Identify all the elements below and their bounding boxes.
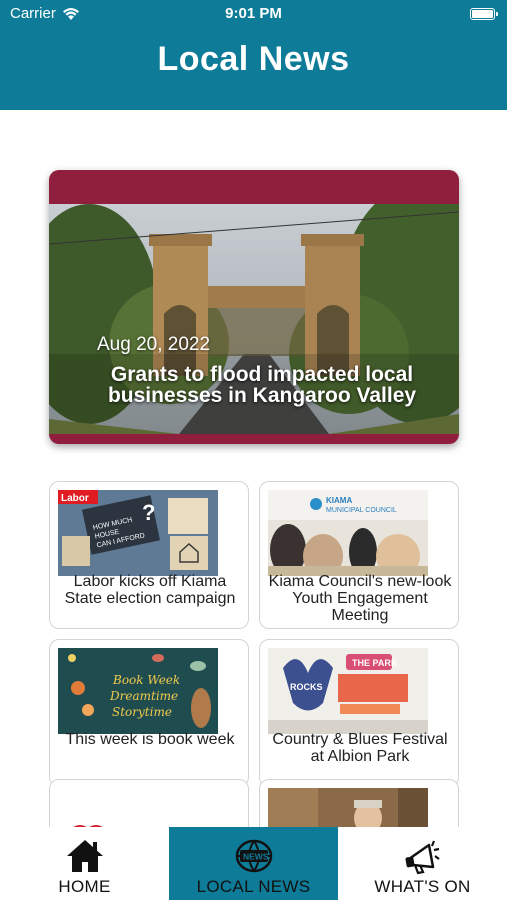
tab-local-news-label: LOCAL NEWS <box>196 877 311 896</box>
featured-article-title: Grants to flood impacted local businesse… <box>107 363 417 407</box>
featured-article-card[interactable]: Aug 20, 2022 Grants to flood impacted lo… <box>49 170 459 444</box>
article-thumbnail: Book Week Dreamtime Storytime <box>58 648 218 734</box>
svg-text:?: ? <box>142 500 155 525</box>
page-title: Local News <box>157 40 350 78</box>
status-time: 9:01 PM <box>225 5 282 22</box>
featured-article-date: Aug 20, 2022 <box>97 334 211 355</box>
article-card[interactable]: KIAMA MUNICIPAL COUNCIL Kiama Council's … <box>259 481 459 629</box>
labor-badge-text: Labor <box>61 493 89 504</box>
tab-home-label: HOME <box>58 877 111 896</box>
screen: Carrier 9:01 PM Local News Aug 20, 2022 … <box>0 0 507 900</box>
article-title: Kiama Council's new-look Youth Engagemen… <box>268 573 452 624</box>
megaphone-icon <box>405 840 440 875</box>
tab-whats-on-label: WHAT'S ON <box>374 877 471 896</box>
article-title: This week is book week <box>65 731 235 748</box>
tab-local-news[interactable]: NEWS LOCAL NEWS <box>169 827 338 900</box>
article-title: Country & Blues Festival at Albion Park <box>272 731 448 765</box>
svg-text:MUNICIPAL COUNCIL: MUNICIPAL COUNCIL <box>326 507 397 514</box>
svg-text:NEWS: NEWS <box>243 852 269 862</box>
article-thumbnail: KIAMA MUNICIPAL COUNCIL <box>268 490 428 576</box>
tab-home[interactable]: HOME <box>0 827 169 900</box>
svg-text:ROCKS: ROCKS <box>290 682 323 692</box>
app-header: Carrier 9:01 PM Local News <box>0 0 507 110</box>
article-card[interactable]: ROCKS THE PARK Country & Blues Festival … <box>259 639 459 787</box>
festival-banner-text: THE PARK <box>352 658 398 668</box>
battery-icon <box>470 8 498 20</box>
article-thumbnail: Labor HOW MUCH HOUSE CAN I AFFORD ? <box>58 490 218 576</box>
article-card[interactable]: Labor HOW MUCH HOUSE CAN I AFFORD ? Labo… <box>49 481 249 629</box>
svg-text:Storytime: Storytime <box>112 705 172 719</box>
home-icon <box>66 840 103 872</box>
svg-text:Dreamtime: Dreamtime <box>109 689 178 703</box>
globe-news-icon: NEWS <box>235 839 272 873</box>
article-title: Labor kicks off Kiama State election cam… <box>64 573 236 607</box>
svg-text:KIAMA: KIAMA <box>326 496 352 505</box>
tab-whats-on[interactable]: WHAT'S ON <box>338 827 507 900</box>
article-thumbnail: ROCKS THE PARK <box>268 648 428 734</box>
bottom-tab-bar: HOME NEWS LOCAL NEWS WHAT'S ON <box>0 827 507 900</box>
svg-text:Book Week: Book Week <box>112 673 180 687</box>
status-bar: Carrier 9:01 PM <box>0 0 507 28</box>
article-card[interactable]: Book Week Dreamtime Storytime This week … <box>49 639 249 787</box>
